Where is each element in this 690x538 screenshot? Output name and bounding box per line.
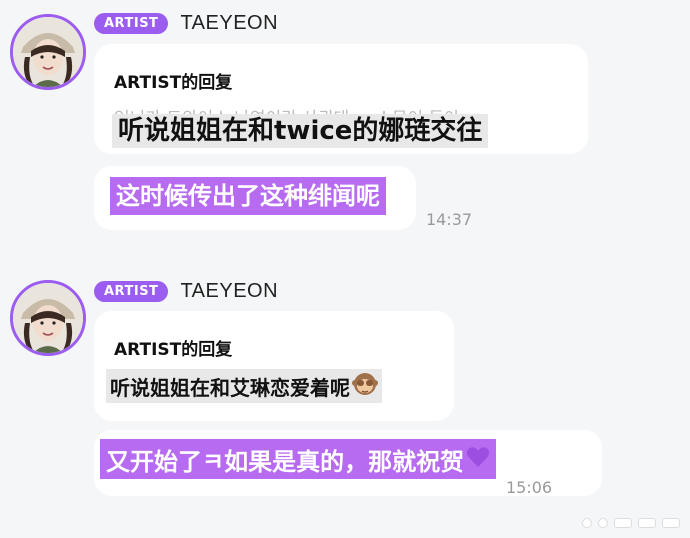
watermark-dot-icon	[582, 518, 592, 528]
quoted-message: 听说姐姐在和twice的娜琏交往	[112, 114, 489, 148]
see-no-evil-monkey-icon	[352, 371, 378, 401]
message-header: ARTIST TAEYEON	[94, 11, 278, 35]
answer-text: 又开始了ㅋ如果是真的，那就祝贺	[106, 447, 465, 476]
avatar-photo	[13, 17, 83, 87]
answer-bubble[interactable]: 这时候传出了这种绯闻呢	[94, 166, 416, 230]
message-header: ARTIST TAEYEON	[94, 279, 278, 303]
avatar[interactable]	[10, 280, 86, 356]
reply-bubble[interactable]: ARTIST的回复 听说姐姐在和艾琳恋爱着呢	[94, 311, 454, 421]
watermark-dot-icon	[598, 518, 608, 528]
watermark-bar-icon	[638, 518, 656, 528]
timestamp: 15:06	[506, 478, 553, 497]
sender-name[interactable]: TAEYEON	[180, 12, 278, 35]
watermark-bar-icon	[614, 518, 632, 528]
answer-text: 这时候传出了这种绯闻呢	[110, 177, 386, 215]
reply-label: ARTIST的回复	[114, 340, 233, 360]
answer-highlight: 又开始了ㅋ如果是真的，那就祝贺	[100, 439, 497, 479]
sender-name[interactable]: TAEYEON	[180, 280, 278, 303]
watermark-bar-icon	[662, 518, 680, 528]
message-group-1: ARTIST TAEYEON ARTIST的回复 언니가 트와이스 나연이랑 사…	[0, 0, 690, 250]
reply-label: ARTIST的回复	[114, 73, 233, 93]
timestamp: 14:37	[426, 210, 473, 229]
watermark	[582, 518, 680, 528]
purple-heart-icon	[466, 446, 490, 472]
reply-bubble[interactable]: ARTIST的回复 언니가 트와이스 나연이랑 사귄대 ... 소문이 돌아 听…	[94, 44, 588, 154]
quoted-message-box: 听说姐姐在和艾琳恋爱着呢	[106, 369, 382, 403]
avatar[interactable]	[10, 14, 86, 90]
message-group-2: ARTIST TAEYEON ARTIST的回复 听说姐姐在和艾琳恋爱着呢 又开…	[0, 270, 690, 510]
quoted-message: 听说姐姐在和艾琳恋爱着呢	[110, 375, 350, 400]
artist-badge: ARTIST	[94, 12, 169, 34]
avatar-photo	[13, 283, 83, 353]
artist-badge: ARTIST	[94, 280, 169, 302]
